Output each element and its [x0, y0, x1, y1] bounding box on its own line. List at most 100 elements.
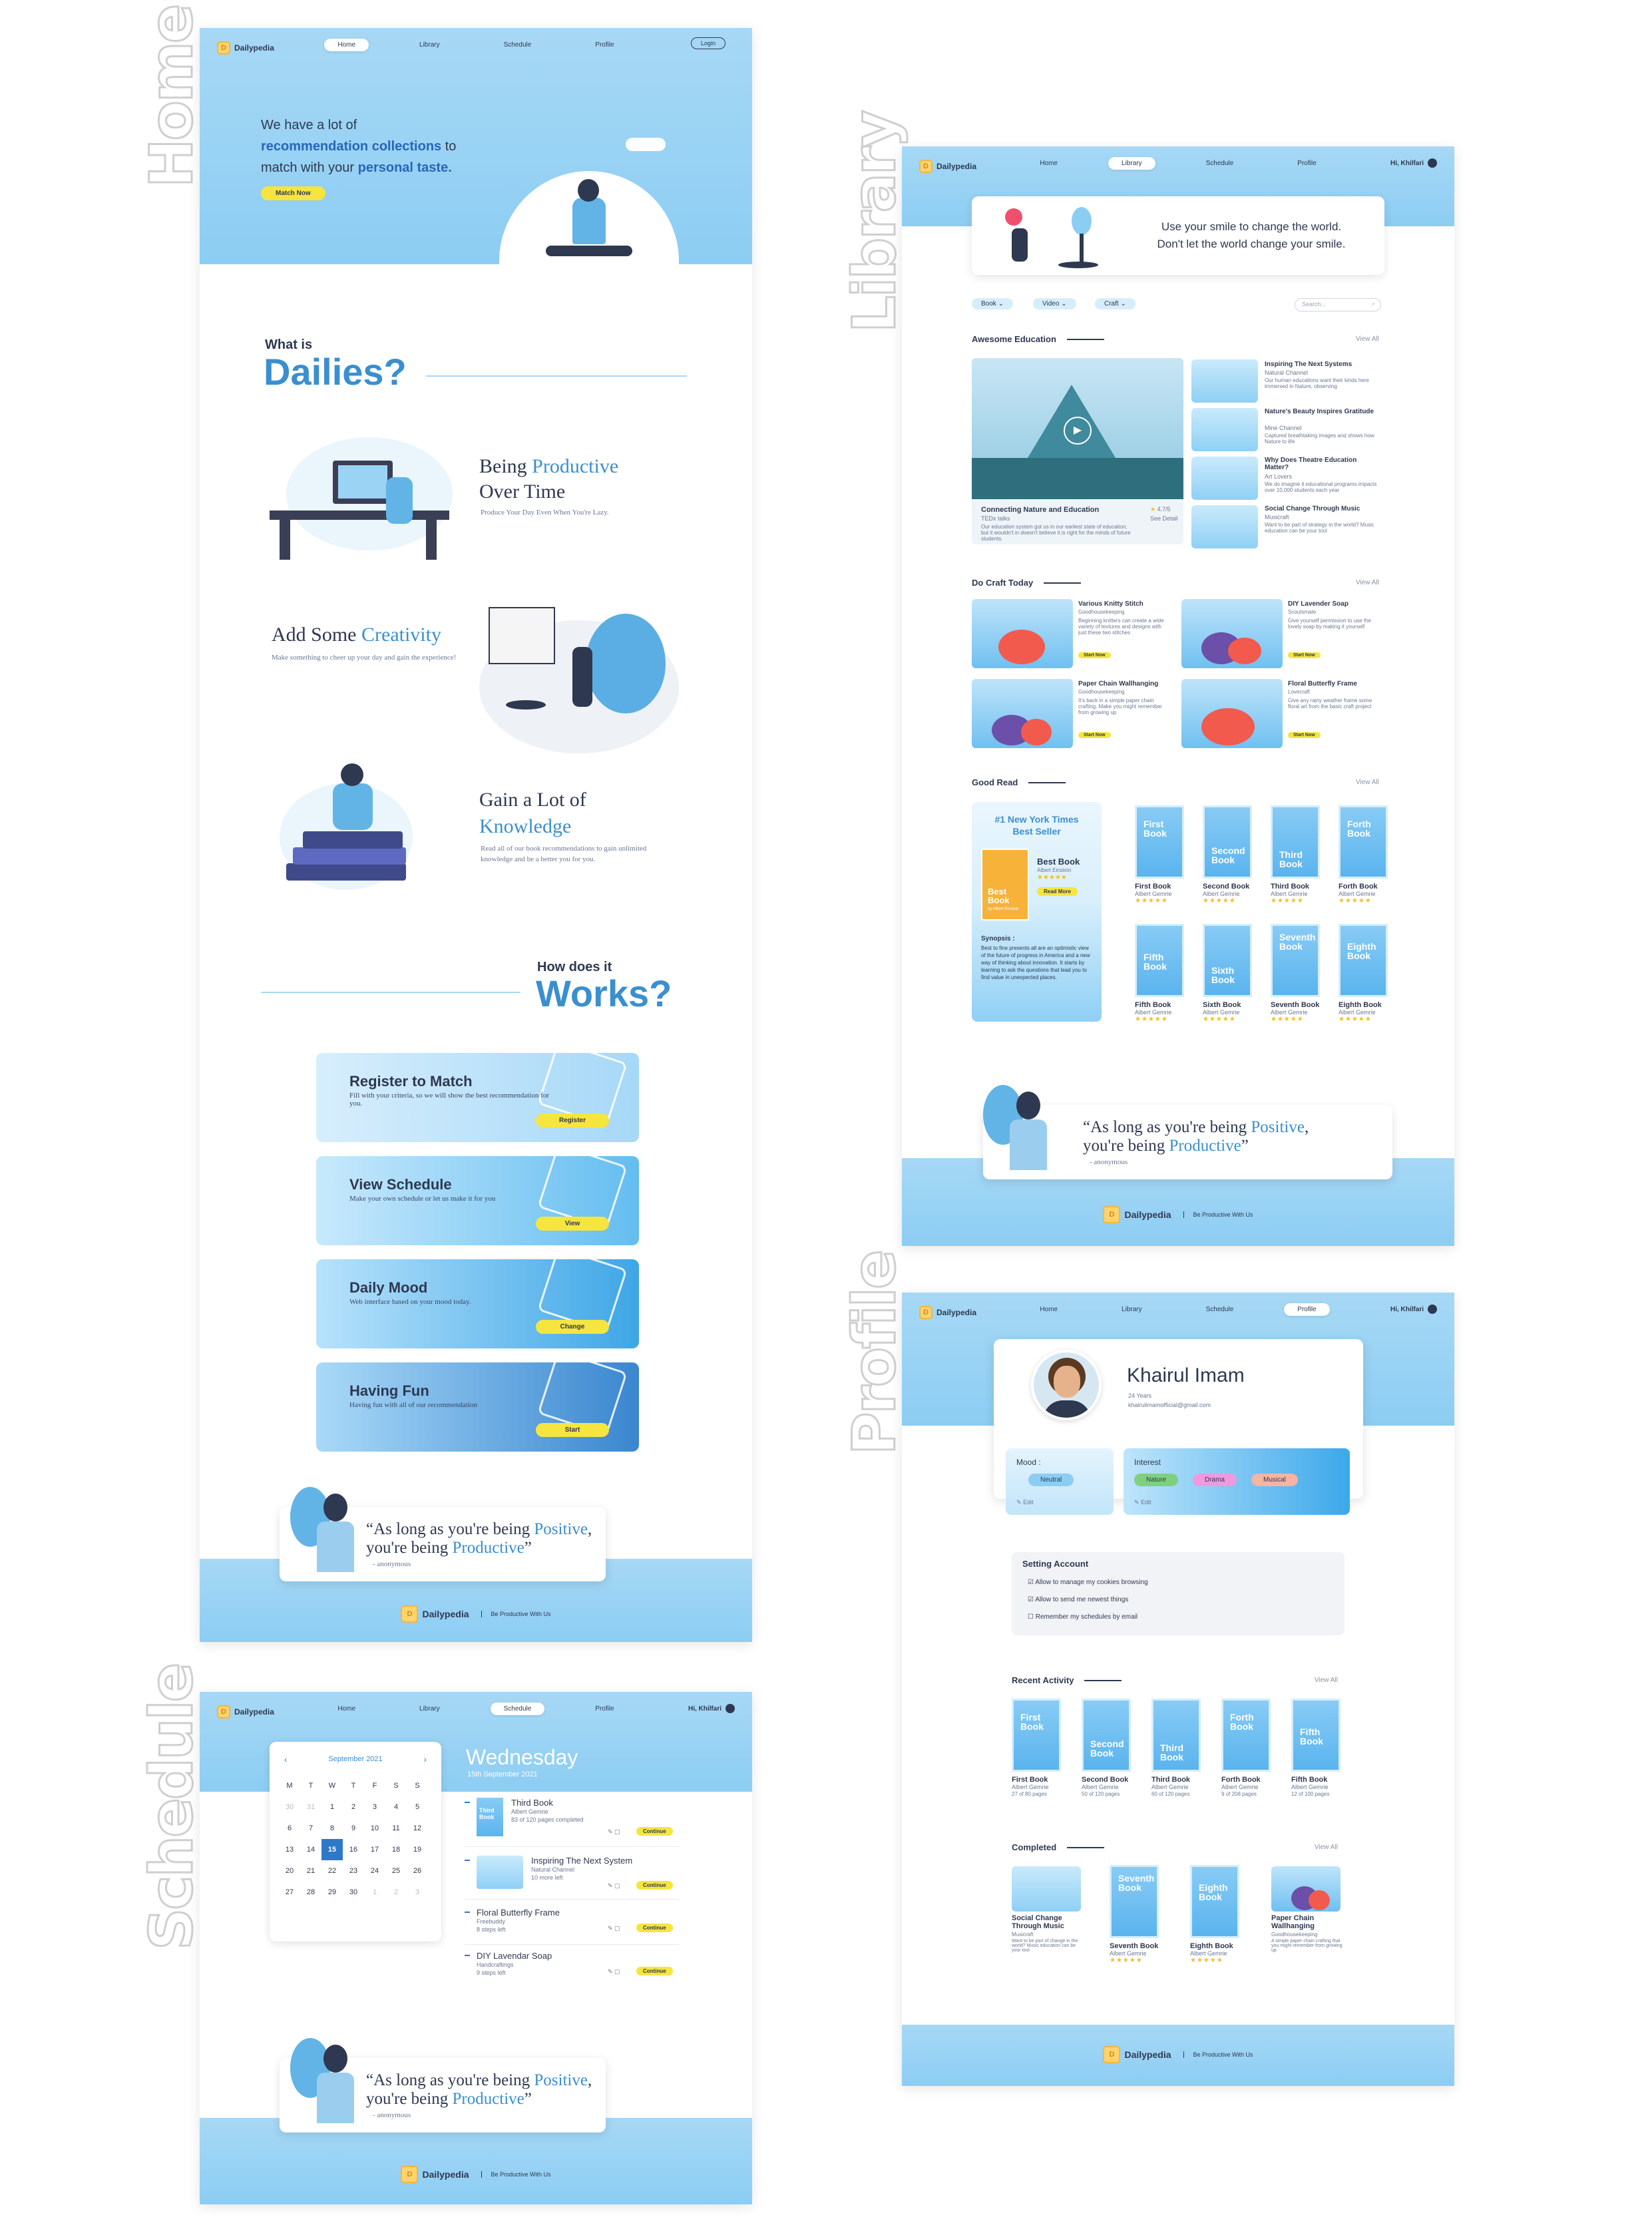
search-input[interactable]: Search... ⌕	[1295, 298, 1381, 311]
interest-tag[interactable]: Drama	[1193, 1474, 1237, 1486]
continue-button[interactable]: Continue	[636, 1827, 673, 1836]
calendar-day[interactable]: 11	[385, 1818, 407, 1839]
nav-home[interactable]: Home	[324, 1703, 369, 1715]
setting-email[interactable]: ☐ Remember my schedules by email	[1028, 1613, 1137, 1621]
schedule-item[interactable]: DIY Lavendar Soap Handcraftings 9 steps …	[465, 1948, 679, 1988]
nav-schedule[interactable]: Schedule	[1193, 157, 1247, 170]
change-button[interactable]: Change	[536, 1320, 609, 1334]
nav-home[interactable]: Home	[1026, 157, 1071, 170]
setting-newest[interactable]: ☑ Allow to send me newest things	[1028, 1596, 1128, 1603]
nav-schedule[interactable]: Schedule	[1193, 1303, 1247, 1316]
filter-book[interactable]: Book ⌄	[972, 298, 1013, 309]
video-thumbnail[interactable]	[1191, 457, 1258, 500]
book-cover[interactable]: Forth Book	[1221, 1699, 1271, 1772]
calendar-day[interactable]: 22	[321, 1860, 343, 1882]
edit-icon[interactable]: ✎ ▢	[608, 1968, 620, 1975]
calendar-day[interactable]: 14	[300, 1839, 321, 1860]
calendar-day[interactable]: 1	[321, 1796, 343, 1818]
calendar-day[interactable]: 9	[343, 1818, 364, 1839]
view-all-link[interactable]: View All	[1356, 335, 1379, 343]
start-now-button[interactable]: Start Now	[1288, 732, 1321, 738]
calendar-day[interactable]: 5	[407, 1796, 428, 1818]
main-video[interactable]: ▶ Connecting Nature and Education TEDx t…	[972, 358, 1183, 544]
nav-library[interactable]: Library	[406, 39, 453, 51]
craft-thumbnail[interactable]	[972, 679, 1073, 748]
view-all-link[interactable]: View All	[1356, 779, 1379, 786]
calendar-day[interactable]: 4	[385, 1796, 407, 1818]
view-all-link[interactable]: View All	[1315, 1677, 1338, 1684]
nav-schedule[interactable]: Schedule	[490, 1703, 545, 1715]
video-thumbnail[interactable]	[1191, 359, 1258, 403]
book-cover[interactable]: Seventh Book	[1271, 924, 1320, 997]
nav-home[interactable]: Home	[324, 39, 369, 51]
calendar-day[interactable]: 25	[385, 1860, 407, 1882]
calendar-day[interactable]: 31	[300, 1796, 321, 1818]
setting-cookies[interactable]: ☑ Allow to manage my cookies browsing	[1028, 1579, 1148, 1586]
calendar-day[interactable]: 6	[279, 1818, 300, 1839]
book-cover[interactable]: First Book	[1012, 1699, 1061, 1772]
calendar-day[interactable]: 3	[364, 1796, 385, 1818]
footer-logo[interactable]: D Dailypedia	[1103, 1206, 1171, 1223]
calendar-day[interactable]: 21	[300, 1860, 321, 1882]
calendar-day[interactable]: 2	[385, 1882, 407, 1903]
edit-icon[interactable]: ✎ ▢	[608, 1828, 620, 1836]
start-button[interactable]: Start	[536, 1423, 609, 1437]
calendar-day[interactable]: 2	[343, 1796, 364, 1818]
book-cover[interactable]: Fifth Book	[1135, 924, 1184, 997]
view-button[interactable]: View	[536, 1217, 609, 1231]
calendar-day[interactable]: 27	[279, 1882, 300, 1903]
craft-thumbnail[interactable]	[972, 599, 1073, 668]
start-now-button[interactable]: Start Now	[1288, 652, 1321, 658]
filter-craft[interactable]: Craft ⌄	[1095, 298, 1136, 309]
calendar-day[interactable]: 8	[321, 1818, 343, 1839]
craft-thumbnail[interactable]	[1181, 599, 1283, 668]
calendar-day[interactable]: 29	[321, 1882, 343, 1903]
start-now-button[interactable]: Start Now	[1078, 652, 1111, 658]
book-cover[interactable]: Third Book	[1271, 805, 1320, 879]
video-thumbnail[interactable]	[1191, 408, 1258, 451]
user-greeting[interactable]: Hi, Khilfari	[688, 1704, 735, 1713]
continue-button[interactable]: Continue	[636, 1881, 673, 1890]
calendar-day[interactable]: 20	[279, 1860, 300, 1882]
calendar-day[interactable]: 18	[385, 1839, 407, 1860]
book-cover[interactable]: Fifth Book	[1291, 1699, 1341, 1772]
calendar-day[interactable]: 10	[364, 1818, 385, 1839]
calendar-day[interactable]: 24	[364, 1860, 385, 1882]
user-greeting[interactable]: Hi, Khilfari	[1390, 158, 1437, 168]
see-detail-link[interactable]: See Detail	[1150, 515, 1178, 522]
calendar-day[interactable]: 19	[407, 1839, 428, 1860]
calendar-day-selected[interactable]: 15	[321, 1839, 343, 1860]
avatar[interactable]	[1031, 1350, 1102, 1420]
nav-profile[interactable]: Profile	[582, 1703, 627, 1715]
schedule-item[interactable]: Inspiring The Next System Natural Channe…	[465, 1853, 679, 1900]
read-more-button[interactable]: Read More	[1037, 887, 1078, 896]
book-cover[interactable]: Second Book	[1082, 1699, 1131, 1772]
book-cover[interactable]: First Book	[1135, 805, 1184, 879]
book-cover[interactable]: Eighth Book	[1339, 924, 1388, 997]
user-greeting[interactable]: Hi, Khilfari	[1390, 1305, 1437, 1314]
calendar-day[interactable]: 3	[407, 1882, 428, 1903]
filter-video[interactable]: Video ⌄	[1033, 298, 1076, 309]
view-all-link[interactable]: View All	[1315, 1844, 1338, 1851]
calendar-day[interactable]: 30	[279, 1796, 300, 1818]
book-cover[interactable]: Seventh Book	[1110, 1865, 1159, 1938]
footer-logo[interactable]: D Dailypedia	[401, 2166, 469, 2183]
schedule-item[interactable]: Third Book Third Book Albert Gemrie 83 o…	[465, 1795, 679, 1847]
calendar-day[interactable]: 26	[407, 1860, 428, 1882]
book-cover[interactable]: Forth Book	[1339, 805, 1388, 879]
video-thumbnail[interactable]	[1191, 505, 1258, 548]
continue-button[interactable]: Continue	[636, 1924, 673, 1932]
book-cover[interactable]: Eighth Book	[1190, 1865, 1239, 1938]
book-cover[interactable]: Second Book	[1203, 805, 1252, 879]
video-thumbnail[interactable]	[1012, 1866, 1081, 1912]
checkbox-checked-icon[interactable]: ☑	[1028, 1579, 1034, 1586]
calendar-day[interactable]: 23	[343, 1860, 364, 1882]
book-cover[interactable]: Sixth Book	[1203, 924, 1252, 997]
nav-schedule[interactable]: Schedule	[491, 39, 545, 51]
book-cover[interactable]: Third Book	[1151, 1699, 1201, 1772]
nav-profile[interactable]: Profile	[582, 39, 627, 51]
mood-value[interactable]: Neutral	[1028, 1474, 1074, 1486]
view-all-link[interactable]: View All	[1356, 579, 1379, 586]
start-now-button[interactable]: Start Now	[1078, 732, 1111, 738]
calendar-day[interactable]: 16	[343, 1839, 364, 1860]
